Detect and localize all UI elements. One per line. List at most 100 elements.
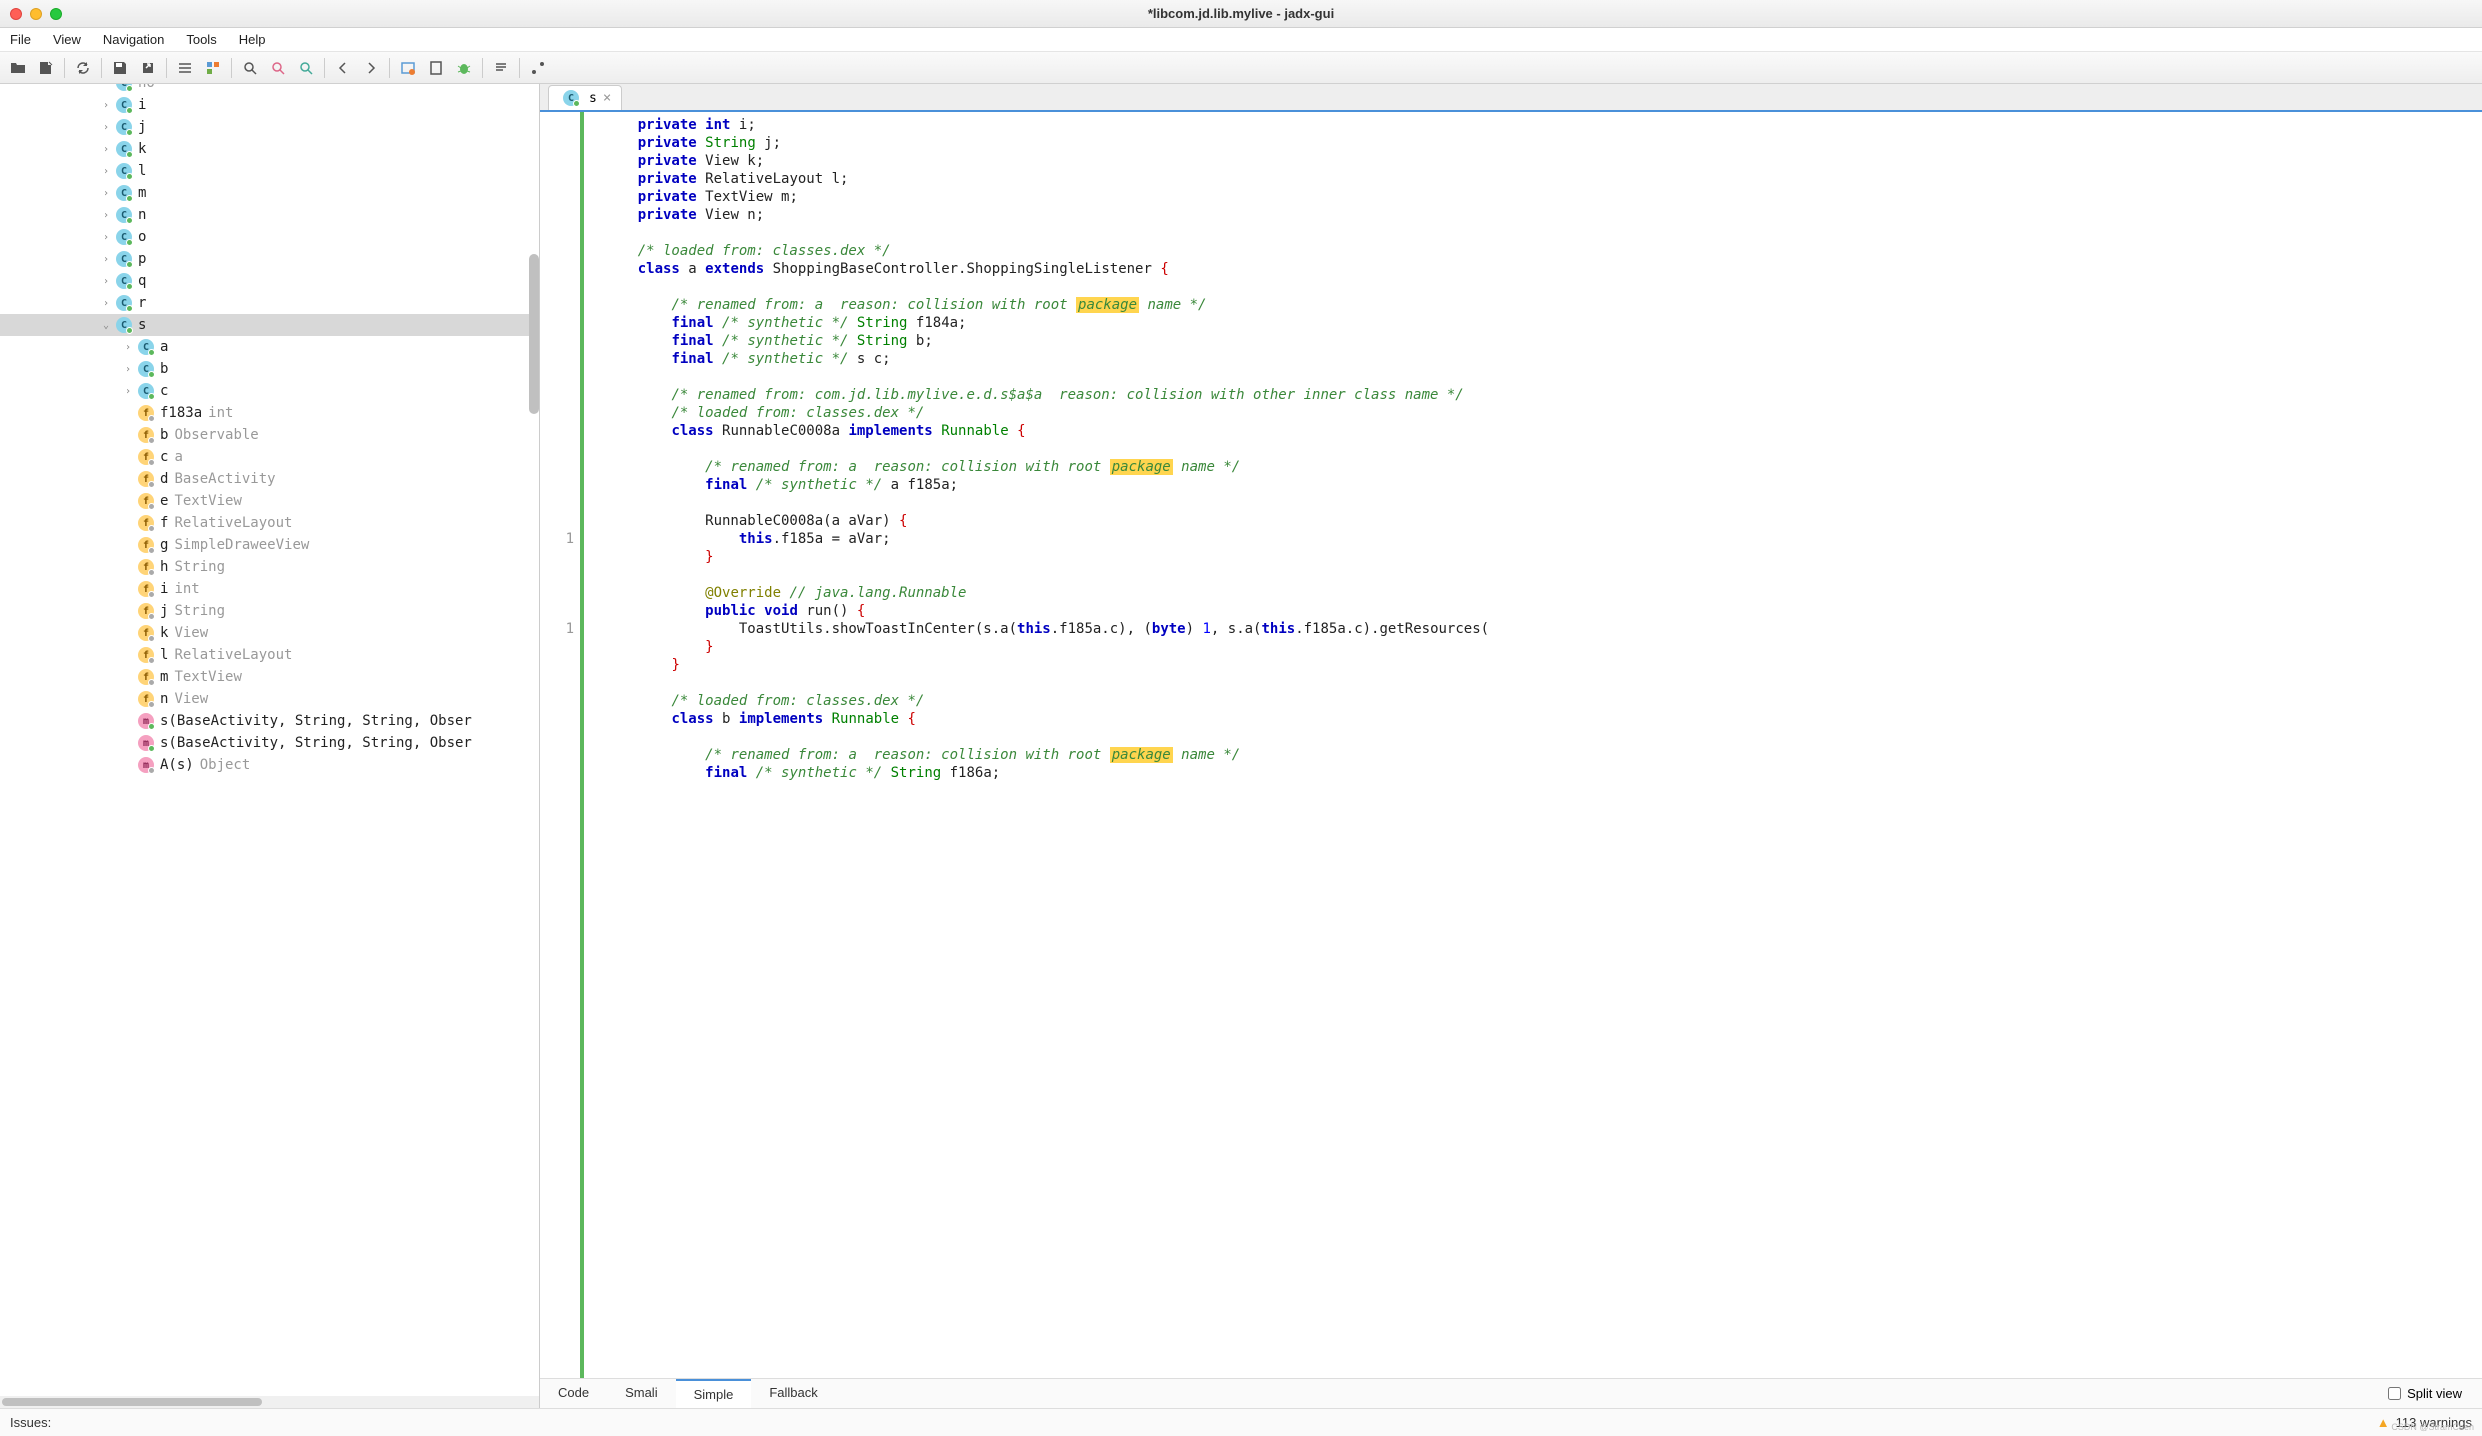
tree-item-k[interactable]: › C k (0, 138, 539, 160)
view-tab-simple[interactable]: Simple (676, 1379, 752, 1408)
tree-item-o[interactable]: › C o (0, 226, 539, 248)
tree-item-s(BaseActivity, String, String, Obser[interactable]: m s(BaseActivity, String, String, Obser (0, 732, 539, 754)
field-icon: f (138, 537, 154, 553)
quark-icon[interactable] (396, 56, 420, 80)
expand-arrow-icon[interactable]: › (122, 364, 134, 375)
tree-item-e[interactable]: f eTextView (0, 490, 539, 512)
tree-item-p[interactable]: › C p (0, 248, 539, 270)
tree-item-f183a[interactable]: f f183aint (0, 402, 539, 424)
editor-tab-s[interactable]: C s × (548, 85, 622, 110)
search-comment-icon[interactable] (266, 56, 290, 80)
tree-item-r[interactable]: › C r (0, 292, 539, 314)
tree-item-j[interactable]: › C j (0, 116, 539, 138)
search-class-icon[interactable] (294, 56, 318, 80)
tree-item-i[interactable]: › C i (0, 94, 539, 116)
search-icon[interactable] (238, 56, 262, 80)
close-tab-icon[interactable]: × (603, 90, 611, 106)
warning-icon: ▲ (2377, 1415, 2390, 1430)
tree-item-c[interactable]: f ca (0, 446, 539, 468)
watermark-text: CSDN @StramChen (2391, 1422, 2474, 1432)
view-tab-fallback[interactable]: Fallback (751, 1379, 835, 1408)
class-icon: C (138, 383, 154, 399)
save-icon[interactable] (108, 56, 132, 80)
sync-icon[interactable] (71, 56, 95, 80)
split-view-checkbox[interactable]: Split view (2388, 1386, 2462, 1401)
expand-arrow-icon[interactable]: › (100, 298, 112, 309)
bug-icon[interactable] (452, 56, 476, 80)
expand-arrow-icon[interactable]: › (100, 210, 112, 221)
expand-arrow-icon[interactable]: › (100, 100, 112, 111)
minimize-window-button[interactable] (30, 8, 42, 20)
field-icon: f (138, 427, 154, 443)
line-gutter: 1 1 (540, 112, 580, 1378)
window-title: *libcom.jd.lib.mylive - jadx-gui (1148, 6, 1334, 21)
tree-item-c[interactable]: › C c (0, 380, 539, 402)
field-icon: f (138, 625, 154, 641)
back-icon[interactable] (331, 56, 355, 80)
class-icon: C (116, 163, 132, 179)
tree-item-b[interactable]: › C b (0, 358, 539, 380)
export-icon[interactable] (136, 56, 160, 80)
view-tab-smali[interactable]: Smali (607, 1379, 676, 1408)
editor-tabbar: C s × (540, 84, 2482, 112)
close-window-button[interactable] (10, 8, 22, 20)
expand-arrow-icon[interactable]: › (100, 276, 112, 287)
deobf-icon[interactable] (201, 56, 225, 80)
tree-item-n[interactable]: f nView (0, 688, 539, 710)
add-files-icon[interactable] (34, 56, 58, 80)
class-icon: C (116, 229, 132, 245)
tree-item-n[interactable]: › C n (0, 204, 539, 226)
tree-item-s(BaseActivity, String, String, Obser[interactable]: m s(BaseActivity, String, String, Obser (0, 710, 539, 732)
forward-icon[interactable] (359, 56, 383, 80)
menu-tools[interactable]: Tools (182, 30, 220, 49)
flatten-icon[interactable] (173, 56, 197, 80)
tree-item-m[interactable]: › C m (0, 182, 539, 204)
tree-item-j[interactable]: f jString (0, 600, 539, 622)
expand-arrow-icon[interactable]: › (100, 254, 112, 265)
field-icon: f (138, 647, 154, 663)
view-tab-code[interactable]: Code (540, 1379, 607, 1408)
tree-item-d[interactable]: f dBaseActivity (0, 468, 539, 490)
menu-view[interactable]: View (49, 30, 85, 49)
tree-item-q[interactable]: › C q (0, 270, 539, 292)
class-icon: C (116, 251, 132, 267)
expand-arrow-icon[interactable]: › (122, 386, 134, 397)
expand-arrow-icon[interactable]: › (100, 122, 112, 133)
expand-arrow-icon[interactable]: › (100, 188, 112, 199)
tree-item-a[interactable]: › C a (0, 336, 539, 358)
expand-arrow-icon[interactable]: ⌄ (100, 320, 112, 331)
code-content: private int i; private String j; private… (584, 112, 1489, 1378)
tree-scrollbar[interactable] (529, 254, 539, 414)
tree-item-i[interactable]: f iint (0, 578, 539, 600)
class-icon: C (116, 273, 132, 289)
tree-item-A(s)[interactable]: m A(s)Object (0, 754, 539, 776)
tree-item-f[interactable]: f fRelativeLayout (0, 512, 539, 534)
method-icon: m (138, 713, 154, 729)
open-file-icon[interactable] (6, 56, 30, 80)
tree-item-g[interactable]: f gSimpleDraweeView (0, 534, 539, 556)
expand-arrow-icon[interactable]: › (100, 144, 112, 155)
menu-file[interactable]: File (6, 30, 35, 49)
expand-arrow-icon[interactable]: › (122, 342, 134, 353)
expand-arrow-icon[interactable]: › (100, 232, 112, 243)
field-icon: f (138, 471, 154, 487)
tree-item-l[interactable]: › C l (0, 160, 539, 182)
log-icon[interactable] (424, 56, 448, 80)
menu-help[interactable]: Help (235, 30, 270, 49)
tree-item-b[interactable]: f bObservable (0, 424, 539, 446)
tree-item-h[interactable]: f hString (0, 556, 539, 578)
settings-icon[interactable] (526, 56, 550, 80)
code-editor[interactable]: 1 1 private int i; private String j; pri… (540, 112, 2482, 1378)
tree-item-m[interactable]: f mTextView (0, 666, 539, 688)
text-icon[interactable] (489, 56, 513, 80)
tree-item-s[interactable]: ⌄ C s (0, 314, 539, 336)
menu-navigation[interactable]: Navigation (99, 30, 168, 49)
expand-arrow-icon[interactable]: › (100, 166, 112, 177)
class-icon: C (116, 141, 132, 157)
tree-item-k[interactable]: f kView (0, 622, 539, 644)
tree-scrollbar-h[interactable] (0, 1396, 539, 1408)
field-icon: f (138, 515, 154, 531)
zoom-window-button[interactable] (50, 8, 62, 20)
tree-item-l[interactable]: f lRelativeLayout (0, 644, 539, 666)
class-icon: C (116, 317, 132, 333)
